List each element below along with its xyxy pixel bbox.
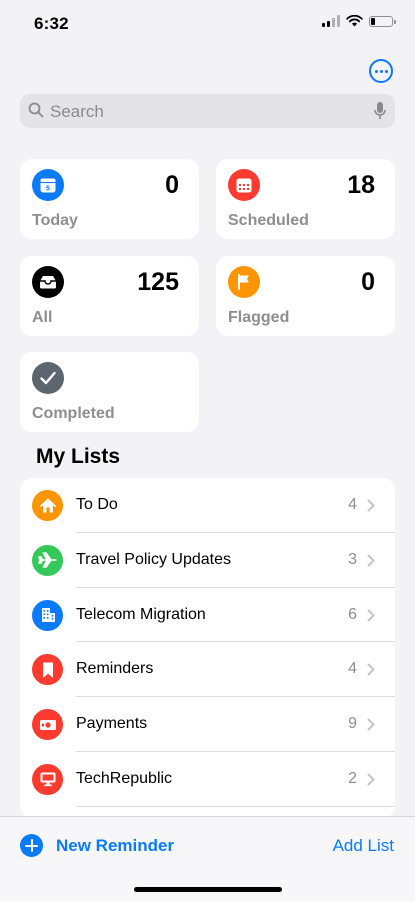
cellular-signal-icon xyxy=(322,15,340,27)
home-indicator[interactable] xyxy=(134,887,282,892)
scheduled-card[interactable]: 18 Scheduled xyxy=(216,159,395,239)
status-bar: 6:32 xyxy=(0,0,415,48)
add-list-button[interactable]: Add List xyxy=(333,836,394,856)
checkmark-icon xyxy=(32,362,64,394)
airplane-icon xyxy=(32,544,63,576)
status-time: 6:32 xyxy=(34,14,69,33)
new-reminder-button[interactable]: New Reminder xyxy=(20,834,174,857)
row-divider xyxy=(76,805,395,807)
list-item-reminders[interactable]: Reminders 4 xyxy=(20,642,395,698)
all-card[interactable]: 125 All xyxy=(20,256,199,336)
bookmark-icon xyxy=(32,654,63,686)
flagged-label: Flagged xyxy=(228,309,290,326)
today-count: 0 xyxy=(165,171,179,199)
list-item-label: Travel Policy Updates xyxy=(76,550,232,568)
list-item-payments[interactable]: Payments 9 xyxy=(20,697,395,752)
list-item-label: To Do xyxy=(76,496,118,513)
all-count: 125 xyxy=(137,268,179,296)
scheduled-count: 18 xyxy=(347,171,375,199)
today-card[interactable]: 5 0 Today xyxy=(20,159,199,239)
chevron-right-icon xyxy=(367,663,375,676)
search-icon xyxy=(28,102,44,118)
list-item-techrepublic[interactable]: TechRepublic 2 xyxy=(20,752,395,807)
status-icons xyxy=(322,15,396,27)
list-item-count: 9 xyxy=(348,715,357,733)
my-lists-heading: My Lists xyxy=(36,445,121,468)
battery-icon xyxy=(369,15,396,27)
list-item-count: 4 xyxy=(348,660,357,678)
wifi-icon xyxy=(346,15,363,27)
money-icon xyxy=(32,709,63,741)
list-item-count: 3 xyxy=(348,550,357,568)
flagged-card[interactable]: 0 Flagged xyxy=(216,256,395,336)
today-label: Today xyxy=(32,212,78,229)
house-icon xyxy=(32,490,63,521)
list-item-to-do[interactable]: To Do 4 xyxy=(20,478,395,533)
list-item-travel-policy-updates[interactable]: Travel Policy Updates 3 xyxy=(20,533,395,588)
flag-icon xyxy=(228,266,260,298)
desktop-icon xyxy=(32,763,63,795)
more-options-button[interactable] xyxy=(369,59,393,83)
chevron-right-icon xyxy=(367,718,375,731)
search-placeholder: Search xyxy=(50,102,104,121)
new-reminder-label: New Reminder xyxy=(56,835,175,855)
list-item-telecom-migration[interactable]: Telecom Migration 6 xyxy=(20,588,395,643)
calendar-today-icon: 5 xyxy=(32,169,64,201)
search-field[interactable]: Search xyxy=(20,94,395,128)
list-item-label: Payments xyxy=(76,715,148,733)
list-item-label: Telecom Migration xyxy=(76,605,206,623)
chevron-right-icon xyxy=(367,609,375,622)
plus-circle-icon xyxy=(20,834,43,857)
chevron-right-icon xyxy=(367,499,375,512)
microphone-icon[interactable] xyxy=(374,101,386,121)
bottom-toolbar: New Reminder Add List xyxy=(0,816,415,901)
list-item-label: TechRepublic xyxy=(76,769,173,787)
svg-text:5: 5 xyxy=(46,186,50,193)
tray-icon xyxy=(32,266,64,298)
all-label: All xyxy=(32,309,53,326)
completed-label: Completed xyxy=(32,405,115,422)
completed-card[interactable]: Completed xyxy=(20,352,199,432)
scheduled-label: Scheduled xyxy=(228,212,309,229)
calendar-icon xyxy=(228,169,260,201)
building-icon xyxy=(32,599,63,631)
list-item-count: 2 xyxy=(348,769,357,787)
flagged-count: 0 xyxy=(361,268,375,296)
list-item-count: 4 xyxy=(348,496,357,513)
chevron-right-icon xyxy=(367,773,375,786)
list-item-label: Reminders xyxy=(76,660,154,678)
my-lists-group: To Do 4 Travel Policy Updates 3 Telecom xyxy=(20,478,395,818)
list-item-count: 6 xyxy=(348,605,357,623)
chevron-right-icon xyxy=(367,554,375,567)
